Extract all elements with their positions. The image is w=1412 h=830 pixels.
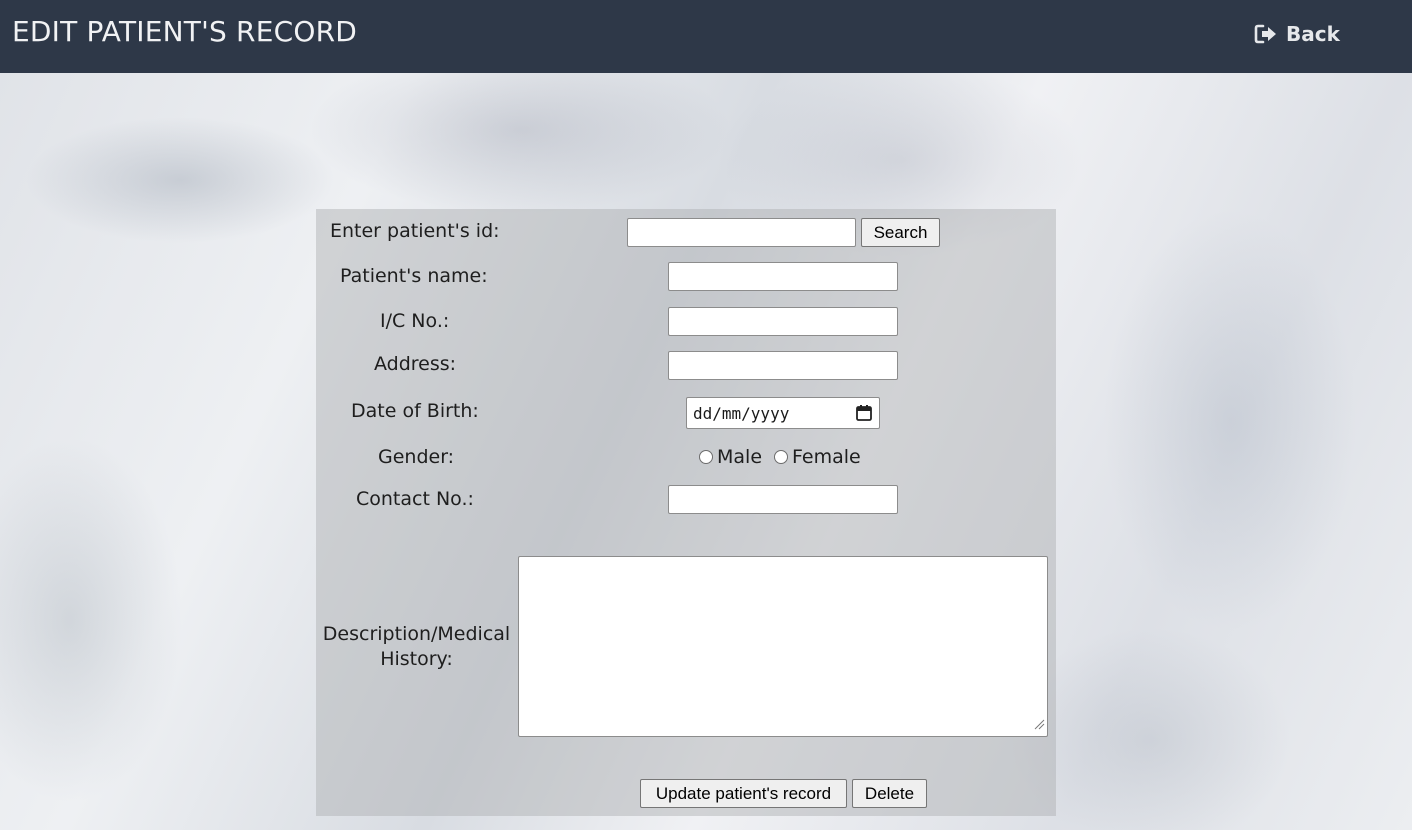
page-title: EDIT PATIENT'S RECORD bbox=[12, 15, 358, 48]
resize-handle-icon[interactable] bbox=[1033, 715, 1045, 734]
update-record-button[interactable]: Update patient's record bbox=[640, 779, 847, 808]
gender-radio-group: Male Female bbox=[699, 446, 861, 468]
gender-male-label: Male bbox=[717, 446, 763, 468]
search-button[interactable]: Search bbox=[861, 218, 940, 247]
description-textarea[interactable] bbox=[518, 556, 1048, 737]
address-input[interactable] bbox=[668, 351, 898, 380]
ic-number-label: I/C No.: bbox=[380, 310, 450, 332]
description-label-line1: Description/Medical bbox=[322, 623, 511, 645]
gender-male-radio[interactable] bbox=[699, 450, 713, 464]
gender-label: Gender: bbox=[378, 446, 455, 468]
dob-label: Date of Birth: bbox=[351, 400, 479, 422]
patient-name-label: Patient's name: bbox=[340, 265, 488, 287]
sign-out-icon bbox=[1254, 23, 1278, 45]
patient-id-input[interactable] bbox=[627, 218, 856, 247]
delete-button[interactable]: Delete bbox=[852, 779, 927, 808]
gender-female-label: Female bbox=[792, 446, 861, 468]
ic-number-input[interactable] bbox=[668, 307, 898, 336]
back-label: Back bbox=[1286, 22, 1340, 46]
gender-female-radio[interactable] bbox=[774, 450, 789, 464]
description-label: Description/Medical History: bbox=[319, 622, 514, 672]
contact-label: Contact No.: bbox=[356, 488, 474, 510]
address-label: Address: bbox=[374, 353, 457, 375]
patient-name-input[interactable] bbox=[668, 262, 898, 291]
contact-input[interactable] bbox=[668, 485, 898, 514]
dob-placeholder: dd/mm/yyyy bbox=[693, 403, 790, 423]
description-label-line2: History: bbox=[380, 648, 453, 670]
top-navbar: EDIT PATIENT'S RECORD Back bbox=[0, 0, 1412, 73]
dob-input[interactable]: dd/mm/yyyy bbox=[686, 397, 880, 429]
calendar-icon[interactable] bbox=[855, 404, 873, 426]
back-link[interactable]: Back bbox=[1254, 20, 1340, 48]
patient-id-label: Enter patient's id: bbox=[330, 220, 500, 242]
